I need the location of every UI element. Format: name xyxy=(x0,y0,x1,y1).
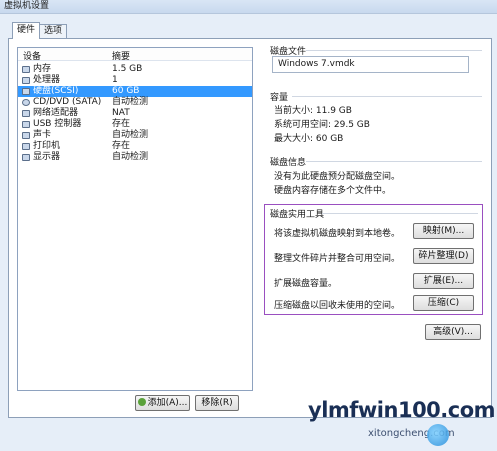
device-row-memory[interactable]: 内存 1.5 GB xyxy=(18,64,252,75)
add-button-label: 添加(A)... xyxy=(147,398,188,408)
device-name: 声卡 xyxy=(33,130,52,140)
device-name: 内存 xyxy=(33,64,52,74)
network-adapter-icon xyxy=(22,110,30,117)
device-name: 处理器 xyxy=(33,75,61,85)
device-row-cd-dvd[interactable]: CD/DVD (SATA) 自动检测 xyxy=(18,97,252,108)
disk-file-divider xyxy=(306,50,482,51)
sound-card-icon xyxy=(22,132,30,139)
device-list-header: 设备 摘要 xyxy=(18,48,252,62)
disk-utilities-title: 磁盘实用工具 xyxy=(270,210,325,220)
column-summary[interactable]: 摘要 xyxy=(112,49,130,62)
display-icon xyxy=(22,154,30,161)
tab-options[interactable]: 选项 xyxy=(39,24,68,38)
add-device-button[interactable]: 添加(A)... xyxy=(135,395,190,411)
compact-button[interactable]: 压缩(C) xyxy=(413,295,474,311)
device-list: 设备 摘要 内存 1.5 GB 处理器 1 硬盘(SCSI) 60 GB CD/… xyxy=(17,47,253,391)
compact-description: 压缩磁盘以回收未使用的空间。 xyxy=(274,301,401,311)
device-row-cpu[interactable]: 处理器 1 xyxy=(18,75,252,86)
device-row-printer[interactable]: 打印机 存在 xyxy=(18,141,252,152)
remove-device-button[interactable]: 移除(R) xyxy=(195,395,239,411)
disk-info-line2: 硬盘内容存储在多个文件中。 xyxy=(274,186,392,196)
device-summary: 存在 xyxy=(112,119,131,129)
cd-dvd-icon xyxy=(22,99,30,106)
watermark-logo-icon xyxy=(427,424,449,446)
device-name: 显示器 xyxy=(33,152,61,162)
device-summary: 60 GB xyxy=(112,86,140,96)
device-name: 硬盘(SCSI) xyxy=(33,86,79,96)
tab-hardware[interactable]: 硬件 xyxy=(12,22,41,39)
watermark-text: ylmfwin100.com xyxy=(308,398,496,422)
device-summary: 存在 xyxy=(112,141,131,151)
expand-button[interactable]: 扩展(E)... xyxy=(413,273,474,289)
usb-icon xyxy=(22,121,30,128)
current-size: 当前大小: 11.9 GB xyxy=(274,106,352,116)
advanced-button[interactable]: 高级(V)... xyxy=(425,324,481,340)
device-summary: 自动检测 xyxy=(112,152,149,162)
window-title: 虚拟机设置 xyxy=(0,0,497,14)
printer-icon xyxy=(22,143,30,150)
device-row-hard-disk[interactable]: 硬盘(SCSI) 60 GB xyxy=(18,86,252,97)
device-summary: NAT xyxy=(112,108,130,118)
watermark: ylmfwin100.com xitongcheng.com xyxy=(308,398,496,448)
device-row-sound-card[interactable]: 声卡 自动检测 xyxy=(18,130,252,141)
map-description: 将该虚拟机磁盘映射到本地卷。 xyxy=(274,229,401,239)
hard-disk-icon xyxy=(22,88,30,95)
map-button[interactable]: 映射(M)... xyxy=(413,223,474,239)
device-name: USB 控制器 xyxy=(33,119,82,129)
add-icon xyxy=(137,398,146,406)
disk-info-title: 磁盘信息 xyxy=(270,158,307,168)
device-row-network-adapter[interactable]: 网络适配器 NAT xyxy=(18,108,252,119)
device-summary: 1.5 GB xyxy=(112,64,143,74)
device-summary: 自动检测 xyxy=(112,130,149,140)
available-space: 系统可用空间: 29.5 GB xyxy=(274,120,370,130)
device-name: 打印机 xyxy=(33,141,61,151)
device-name: 网络适配器 xyxy=(33,108,79,118)
disk-utilities-divider xyxy=(322,213,478,214)
maximum-size: 最大大小: 60 GB xyxy=(274,134,344,144)
device-row-usb-controller[interactable]: USB 控制器 存在 xyxy=(18,119,252,130)
disk-file-field[interactable]: Windows 7.vmdk xyxy=(272,56,469,73)
device-row-display[interactable]: 显示器 自动检测 xyxy=(18,152,252,163)
disk-info-line1: 没有为此硬盘预分配磁盘空间。 xyxy=(274,172,401,182)
disk-info-divider xyxy=(306,161,482,162)
capacity-title: 容量 xyxy=(270,93,289,103)
device-summary: 1 xyxy=(112,75,118,85)
cpu-icon xyxy=(22,77,30,84)
capacity-divider xyxy=(292,96,482,97)
expand-description: 扩展磁盘容量。 xyxy=(274,279,338,289)
device-summary: 自动检测 xyxy=(112,97,149,107)
column-device[interactable]: 设备 xyxy=(23,49,41,62)
device-name: CD/DVD (SATA) xyxy=(33,97,102,107)
defragment-button[interactable]: 碎片整理(D) xyxy=(413,248,474,264)
memory-icon xyxy=(22,66,30,73)
defrag-description: 整理文件碎片并整合可用空间。 xyxy=(274,254,401,264)
